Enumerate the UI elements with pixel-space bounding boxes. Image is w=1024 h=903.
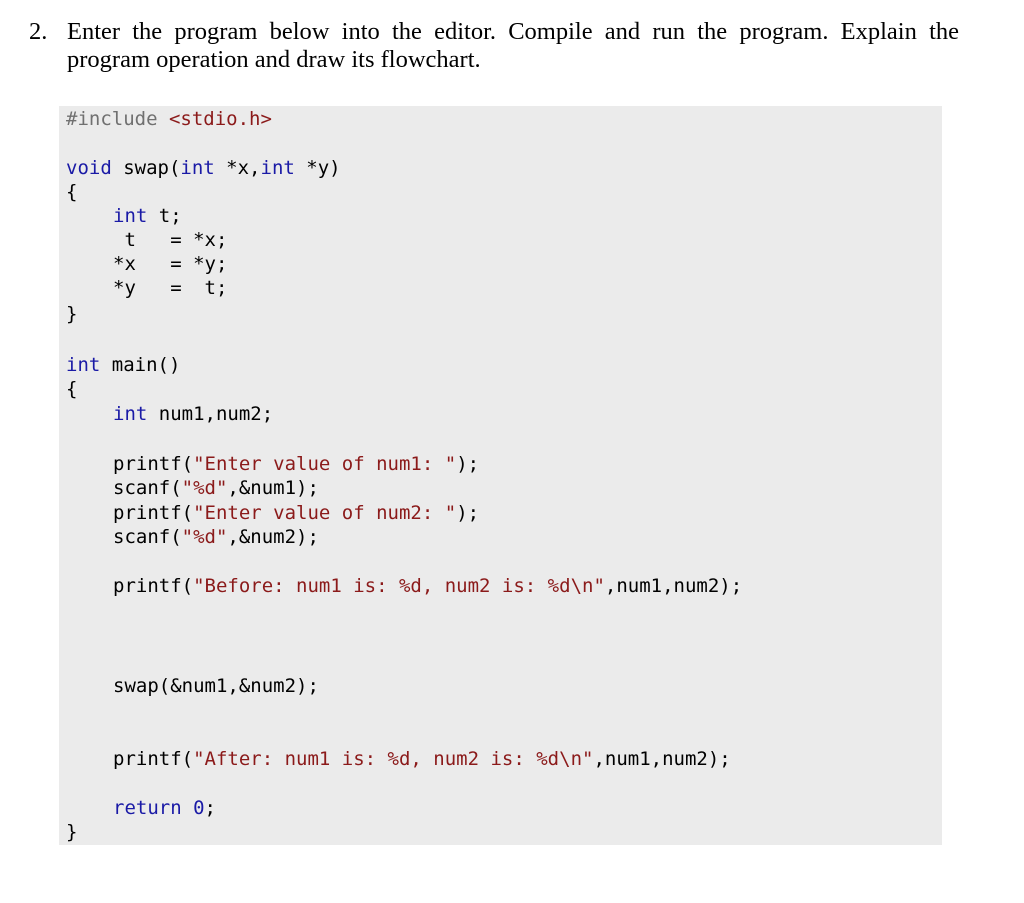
preprocessor-directive: #include xyxy=(66,108,158,130)
string-literal: "After: num1 is: %d, num2 is: %d\n" xyxy=(193,748,594,770)
string-literal: "Before: num1 is: %d, num2 is: %d\n" xyxy=(193,575,605,597)
number-literal: 0 xyxy=(181,797,205,819)
keyword: int xyxy=(66,354,101,376)
code-block: #include <stdio.h> void swap(int *x,int … xyxy=(59,106,942,845)
code-text: *x, xyxy=(214,157,261,179)
code-text: num1,num2; xyxy=(147,403,274,425)
code-text: ,&num1); xyxy=(227,477,319,499)
code-text: ; xyxy=(204,797,216,819)
keyword: int xyxy=(260,157,295,179)
code-text: ,num1,num2); xyxy=(593,748,731,770)
question: 2. Enter the program below into the edit… xyxy=(29,18,959,74)
code-line-scanf-num1: scanf("%d",&num1); xyxy=(113,476,319,500)
code-line-close-brace: } xyxy=(66,303,78,325)
code-text: ,num1,num2); xyxy=(604,575,743,597)
code-line-return: return 0; xyxy=(113,796,216,820)
code-text: scanf( xyxy=(113,477,182,499)
code-text: scanf( xyxy=(113,526,182,548)
code-line-swap-decl: int t; xyxy=(113,204,182,228)
code-text: main() xyxy=(100,354,181,376)
keyword: void xyxy=(66,157,112,179)
string-literal: "%d" xyxy=(181,526,228,548)
string-literal: "Enter value of num2: " xyxy=(193,502,457,524)
code-text: printf( xyxy=(113,453,194,475)
code-text: ); xyxy=(456,453,480,475)
code-line-include: #include <stdio.h> xyxy=(66,107,272,131)
string-literal: "%d" xyxy=(181,477,228,499)
question-number: 2. xyxy=(29,18,48,45)
code-text: t; xyxy=(147,205,182,227)
keyword: int xyxy=(113,205,148,227)
code-line-swap-2: *x = *y; xyxy=(113,253,228,275)
code-line-main-decl: int num1,num2; xyxy=(113,402,273,426)
code-line-swap-call: swap(&num1,&num2); xyxy=(113,675,319,697)
code-line-scanf-num2: scanf("%d",&num2); xyxy=(113,525,319,549)
code-line-main-signature: int main() xyxy=(66,353,180,377)
code-line-swap-3: *y = t; xyxy=(113,277,228,299)
question-text: Enter the program below into the editor.… xyxy=(67,18,959,73)
code-line-swap-signature: void swap(int *x,int *y) xyxy=(66,156,341,180)
keyword: return xyxy=(113,797,182,819)
code-text: printf( xyxy=(113,575,194,597)
code-line-open-brace: { xyxy=(66,378,78,400)
code-line-printf-after: printf("After: num1 is: %d, num2 is: %d\… xyxy=(113,747,731,771)
code-line-swap-1: t = *x; xyxy=(113,229,228,251)
code-line-printf-num2: printf("Enter value of num2: "); xyxy=(113,501,479,525)
string-literal: "Enter value of num1: " xyxy=(193,453,457,475)
code-line-open-brace: { xyxy=(66,181,78,203)
code-line-printf-num1: printf("Enter value of num1: "); xyxy=(113,452,479,476)
code-text: *y) xyxy=(294,157,341,179)
keyword: int xyxy=(180,157,215,179)
code-text: printf( xyxy=(113,502,194,524)
code-text: swap( xyxy=(111,157,181,179)
code-line-close-brace: } xyxy=(66,821,78,843)
include-header: <stdio.h> xyxy=(168,108,272,130)
keyword: int xyxy=(113,403,148,425)
code-text: ); xyxy=(456,502,480,524)
code-text: printf( xyxy=(113,748,194,770)
code-text: ,&num2); xyxy=(227,526,319,548)
code-line-printf-before: printf("Before: num1 is: %d, num2 is: %d… xyxy=(113,574,742,598)
